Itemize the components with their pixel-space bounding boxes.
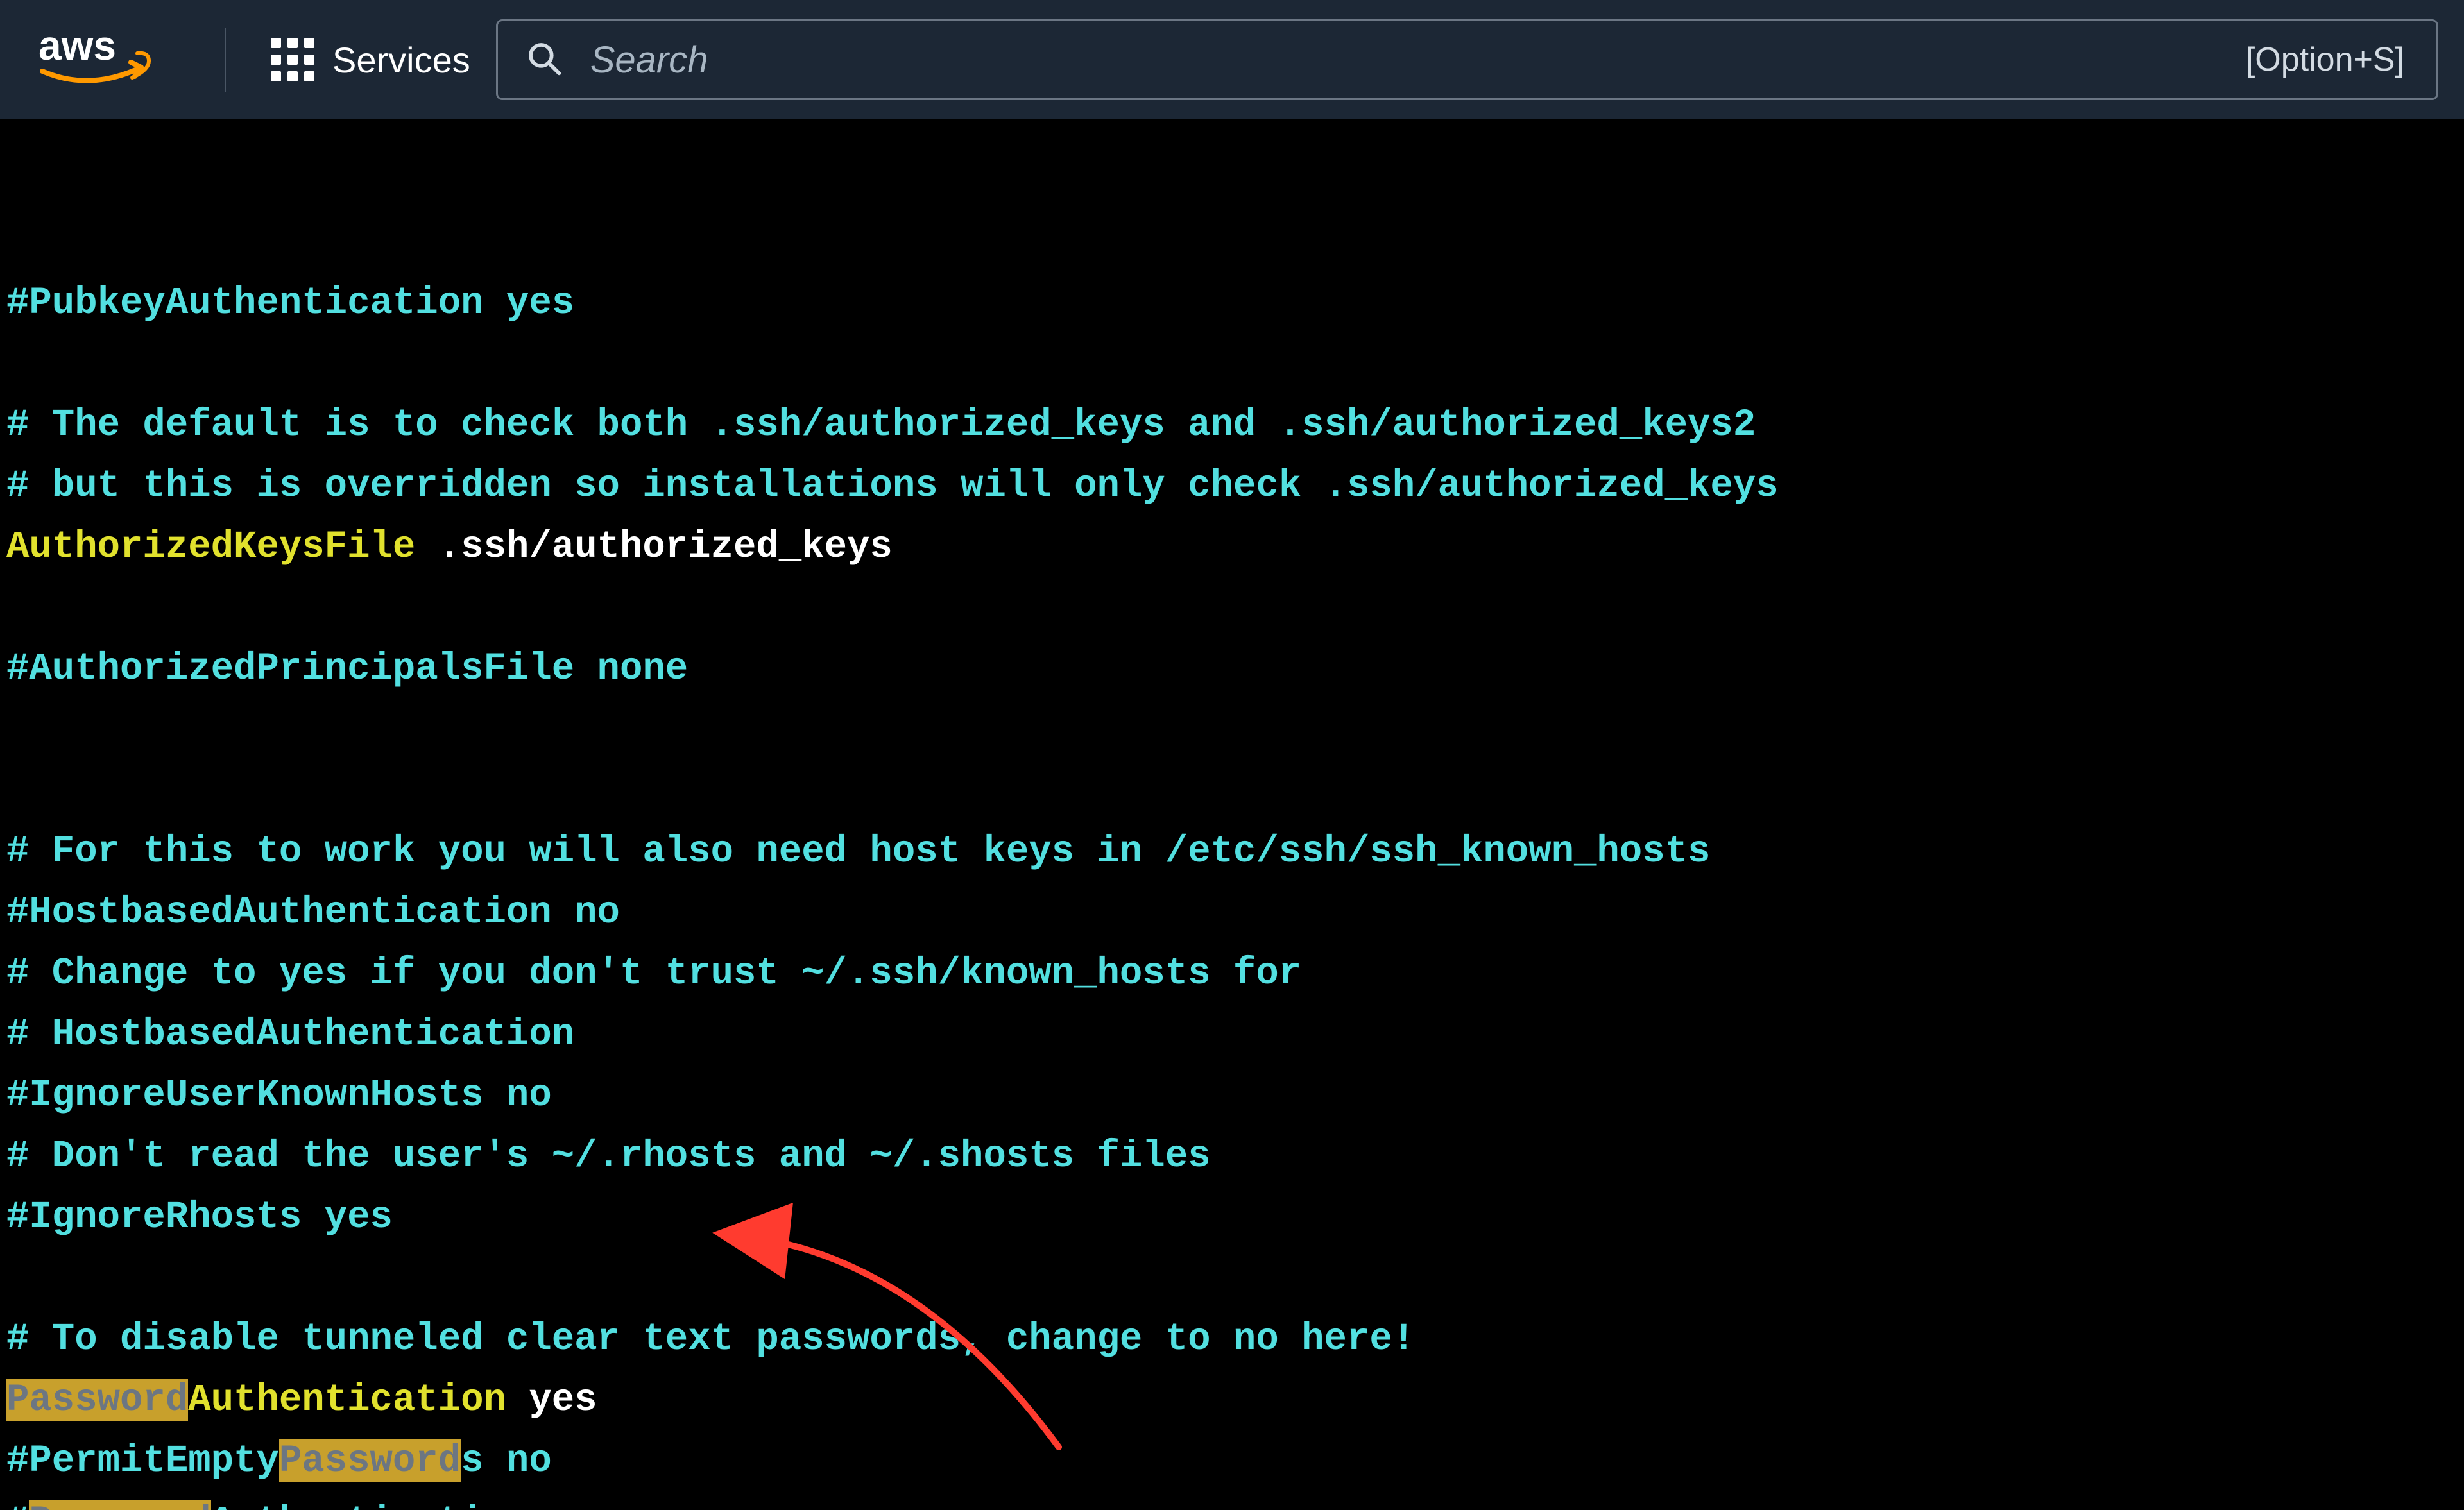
terminal-line[interactable]: # Change to yes if you don't trust ~/.ss… bbox=[0, 954, 2464, 1015]
search-input[interactable] bbox=[590, 38, 2218, 81]
terminal-line[interactable]: # To disable tunneled clear text passwor… bbox=[0, 1320, 2464, 1381]
code-segment: # bbox=[6, 1439, 29, 1482]
code-segment: Authentication bbox=[188, 1379, 506, 1421]
code-segment: # Don't read the user's ~/.rhosts and ~/… bbox=[6, 1135, 1211, 1178]
code-segment: .ssh/authorized_keys bbox=[415, 525, 893, 568]
code-segment: PermitEmpty bbox=[29, 1439, 278, 1482]
terminal-line[interactable]: # but this is overridden so installation… bbox=[0, 467, 2464, 528]
code-segment: #IgnoreUserKnownHosts no bbox=[6, 1074, 552, 1117]
terminal-line[interactable]: # Don't read the user's ~/.rhosts and ~/… bbox=[0, 1137, 2464, 1198]
terminal-viewport[interactable]: #PubkeyAuthentication yes # The default … bbox=[0, 119, 2464, 1510]
terminal-line[interactable]: # For this to work you will also need ho… bbox=[0, 833, 2464, 894]
code-segment: # HostbasedAuthentication bbox=[6, 1013, 574, 1056]
code-segment: Password bbox=[6, 1379, 188, 1421]
code-segment: #AuthorizedPrincipalsFile none bbox=[6, 647, 688, 690]
code-segment: # To disable tunneled clear text passwor… bbox=[6, 1318, 1415, 1361]
code-segment: #IgnoreRhosts yes bbox=[6, 1196, 393, 1239]
terminal-line[interactable]: #AuthorizedPrincipalsFile none bbox=[0, 650, 2464, 711]
aws-logo[interactable]: aws bbox=[38, 20, 167, 100]
search-shortcut-hint: [Option+S] bbox=[2246, 40, 2404, 79]
code-segment: Authentication no bbox=[211, 1500, 597, 1510]
terminal-line[interactable] bbox=[0, 1259, 2464, 1320]
code-segment: #PubkeyAuthentication yes bbox=[6, 282, 574, 325]
search-box[interactable]: [Option+S] bbox=[496, 19, 2438, 100]
terminal-line[interactable] bbox=[0, 772, 2464, 833]
terminal-line[interactable]: #PermitEmptyPasswords no bbox=[0, 1442, 2464, 1503]
svg-text:aws: aws bbox=[38, 22, 116, 69]
services-label: Services bbox=[332, 39, 470, 81]
code-segment: # The default is to check both .ssh/auth… bbox=[6, 403, 1756, 446]
terminal-line[interactable] bbox=[0, 345, 2464, 406]
terminal-line[interactable]: #PasswordAuthentication no bbox=[0, 1503, 2464, 1510]
code-segment: Password bbox=[279, 1439, 461, 1482]
terminal-line[interactable] bbox=[0, 711, 2464, 772]
aws-console-topbar: aws Services [Option+S] bbox=[0, 0, 2464, 119]
code-segment: Password bbox=[29, 1500, 210, 1510]
code-segment: #HostbasedAuthentication no bbox=[6, 891, 620, 934]
code-segment: AuthorizedKeysFile bbox=[6, 525, 415, 568]
code-segment: yes bbox=[506, 1379, 597, 1421]
search-icon bbox=[526, 40, 562, 80]
terminal-line[interactable]: #IgnoreRhosts yes bbox=[0, 1198, 2464, 1259]
terminal-line[interactable]: AuthorizedKeysFile .ssh/authorized_keys bbox=[0, 528, 2464, 589]
code-segment: s no bbox=[461, 1439, 552, 1482]
code-segment: # Change to yes if you don't trust ~/.ss… bbox=[6, 952, 1301, 995]
terminal-line[interactable]: PasswordAuthentication yes bbox=[0, 1381, 2464, 1442]
terminal-line[interactable]: #PubkeyAuthentication yes bbox=[0, 284, 2464, 345]
services-grid-icon bbox=[271, 38, 314, 81]
terminal-line[interactable]: # HostbasedAuthentication bbox=[0, 1015, 2464, 1076]
terminal-line[interactable] bbox=[0, 589, 2464, 650]
terminal-line[interactable]: # The default is to check both .ssh/auth… bbox=[0, 406, 2464, 467]
terminal-line[interactable]: #IgnoreUserKnownHosts no bbox=[0, 1076, 2464, 1137]
topbar-divider bbox=[225, 28, 226, 92]
services-menu-button[interactable]: Services bbox=[271, 38, 470, 81]
code-segment: # For this to work you will also need ho… bbox=[6, 830, 1710, 873]
code-segment: # bbox=[6, 1500, 29, 1510]
code-segment: # but this is overridden so installation… bbox=[6, 464, 1779, 507]
terminal-line[interactable]: #HostbasedAuthentication no bbox=[0, 894, 2464, 954]
